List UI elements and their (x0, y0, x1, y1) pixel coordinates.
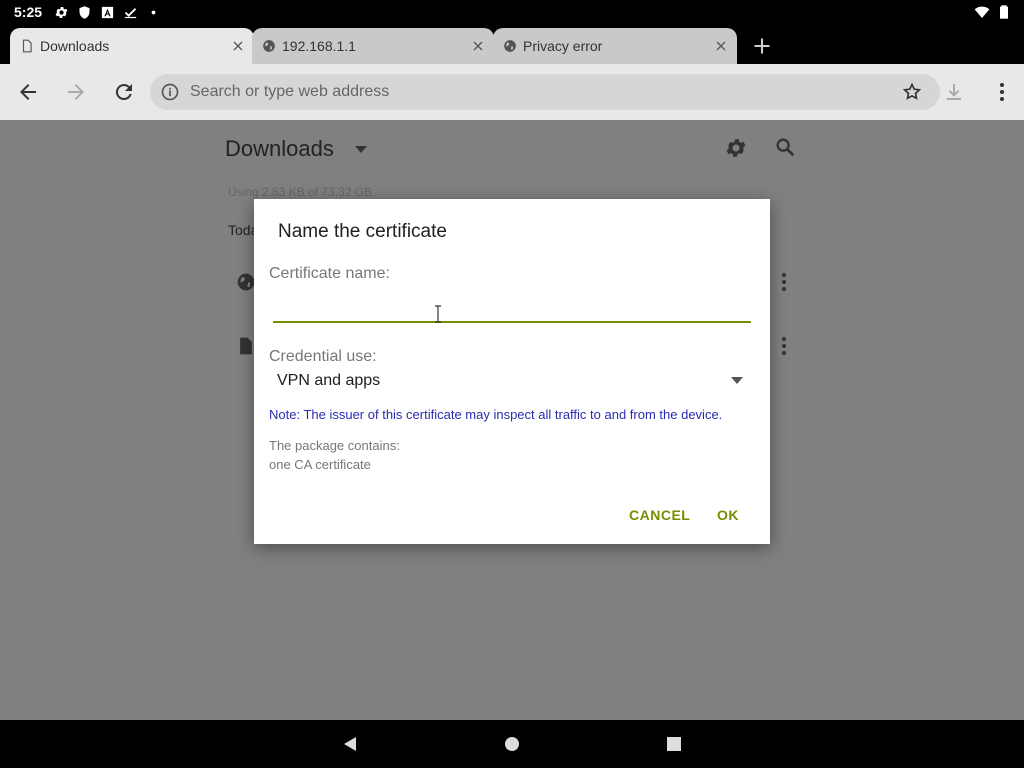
status-bar: 5:25 (0, 0, 1024, 24)
close-icon[interactable] (715, 40, 727, 52)
tab-title: Privacy error (523, 38, 603, 54)
credential-use-value: VPN and apps (277, 372, 381, 389)
tab-privacy-error[interactable]: Privacy error (493, 28, 737, 64)
gear-icon (55, 6, 68, 18)
tab-router[interactable]: 192.168.1.1 (252, 28, 494, 64)
more-vert-icon[interactable] (780, 272, 788, 292)
credential-use-dropdown[interactable]: VPN and apps (273, 369, 743, 395)
download-icon[interactable] (942, 80, 966, 104)
cancel-button[interactable]: CANCEL (629, 507, 690, 523)
more-vert-icon[interactable] (780, 336, 788, 356)
dialog-title: Name the certificate (278, 221, 447, 242)
certificate-name-label: Certificate name: (269, 265, 390, 282)
nav-home-icon[interactable] (504, 736, 520, 752)
certificate-name-input[interactable] (273, 293, 751, 323)
downloads-title[interactable]: Downloads (225, 136, 334, 162)
package-contents: one CA certificate (269, 457, 371, 472)
storage-usage: Using 2.83 KB of 73.32 GB (228, 185, 373, 199)
font-a-icon (101, 6, 114, 18)
status-system-icons (974, 4, 1012, 20)
close-icon[interactable] (232, 40, 244, 52)
text-cursor-icon (435, 305, 441, 323)
chevron-down-icon (731, 377, 743, 384)
new-tab-plus-icon[interactable] (752, 36, 772, 56)
back-arrow-icon[interactable] (16, 80, 40, 104)
nav-back-icon[interactable] (342, 736, 358, 752)
forward-arrow-icon[interactable] (64, 80, 88, 104)
omnibox-placeholder: Search or type web address (190, 83, 390, 100)
globe-icon (263, 40, 275, 52)
page-icon (22, 39, 32, 53)
more-vert-icon[interactable] (990, 80, 1014, 104)
credential-use-label: Credential use: (269, 348, 377, 365)
name-certificate-dialog: Name the certificate Certificate name: C… (254, 199, 770, 544)
tab-downloads[interactable]: Downloads (10, 28, 254, 64)
reload-icon[interactable] (112, 80, 136, 104)
system-nav-bar (0, 720, 1024, 768)
browser-toolbar: Search or type web address (0, 64, 1024, 120)
file-icon (240, 337, 252, 355)
wifi-icon (974, 6, 990, 19)
tab-strip: Downloads 192.168.1.1 Privacy error (0, 24, 1024, 64)
search-icon[interactable] (774, 136, 796, 158)
gear-icon[interactable] (724, 136, 748, 160)
globe-icon (504, 40, 516, 52)
tab-title: Downloads (40, 38, 110, 54)
ok-button[interactable]: OK (717, 507, 739, 523)
close-icon[interactable] (472, 40, 484, 52)
package-contains-label: The package contains: (269, 438, 400, 453)
shield-icon (79, 5, 90, 19)
dot-icon (151, 10, 156, 14)
star-icon[interactable] (902, 82, 922, 102)
info-icon[interactable] (160, 82, 180, 102)
status-notification-icons (54, 4, 161, 20)
battery-icon (1000, 5, 1008, 19)
omnibox[interactable]: Search or type web address (150, 74, 940, 110)
nav-recents-icon[interactable] (666, 736, 682, 752)
tab-title: 192.168.1.1 (282, 38, 356, 54)
checkmark-icon (124, 7, 137, 18)
globe-icon (237, 273, 255, 291)
issuer-warning-note: Note: The issuer of this certificate may… (269, 407, 723, 422)
status-time: 5:25 (14, 4, 43, 20)
chevron-down-icon[interactable] (354, 144, 368, 154)
